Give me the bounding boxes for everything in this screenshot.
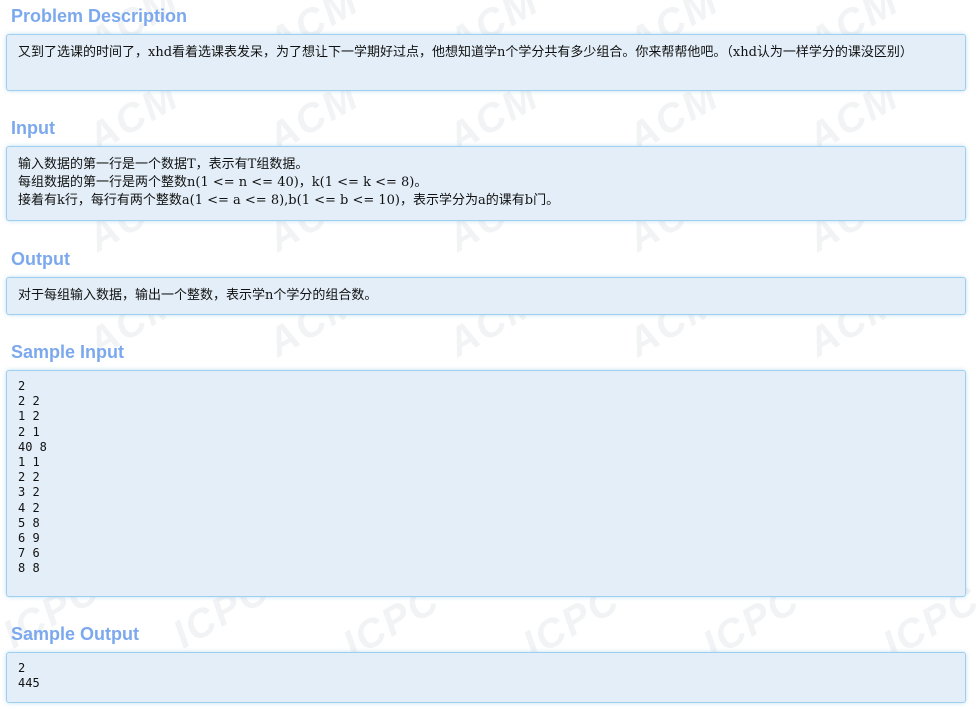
code-line: 3 2: [18, 485, 40, 500]
sample-input-panel: 22 21 22 1 40 81 12 23 24 25 86 97 68 8: [6, 370, 966, 597]
code-line: 2 2: [18, 470, 40, 485]
code-line: 2: [18, 379, 26, 393]
code-line: 1 2: [18, 409, 40, 424]
code-line: 40 8: [18, 439, 47, 454]
problem-description-title: Problem Description: [11, 6, 188, 26]
output-text: 对于每组输入数据，输出一个整数，表示学n个学分的组合数。: [18, 288, 378, 303]
code-line: 4 2: [18, 500, 40, 515]
code-line: 1 1: [18, 455, 40, 470]
sample-output-code: 2 445: [7, 653, 965, 699]
code-line: 7 6: [18, 546, 40, 561]
code-line: 8 8: [18, 561, 40, 576]
code-line: 2 2: [18, 394, 40, 409]
code-line: 5 8: [18, 515, 40, 530]
input-line-1: 输入数据的第一行是一个数据T，表示有T组数据。: [18, 157, 309, 172]
input-line-3: 接着有k行，每行有两个整数a(1 <= a <= 8),b(1 <= b <= …: [18, 193, 560, 208]
problem-description-panel: 又到了选课的时间了，xhd看着选课表发呆，为了想让下一学期好过点，他想知道学n个…: [6, 34, 966, 91]
watermark-layer: ACM ACM ACM ACM ACM ACM ACM ACM ACM ACM ACM ACM ACM A…: [0, 0, 978, 709]
input-panel: 输入数据的第一行是一个数据T，表示有T组数据。每组数据的第一行是两个整数n(1 …: [6, 146, 966, 221]
sample-input-title: Sample Input: [11, 342, 125, 362]
sample-output-title: Sample Output: [11, 624, 140, 644]
output-title: Output: [11, 249, 70, 269]
code-line: 2 1: [18, 424, 40, 439]
problem-description-text: 又到了选课的时间了，xhd看着选课表发呆，为了想让下一学期好过点，他想知道学n个…: [18, 45, 913, 60]
code-line: 2: [18, 661, 26, 675]
code-line: 445: [18, 676, 40, 691]
input-line-2: 每组数据的第一行是两个整数n(1 <= n <= 40)，k(1 <= k <=…: [18, 175, 428, 190]
sample-input-code: 22 21 22 1 40 81 12 23 24 25 86 97 68 8: [7, 371, 965, 585]
input-title: Input: [11, 118, 55, 138]
output-panel: 对于每组输入数据，输出一个整数，表示学n个学分的组合数。: [6, 277, 966, 315]
code-line: 6 9: [18, 531, 40, 546]
sample-output-panel: 2 445: [6, 652, 966, 703]
input-text: 输入数据的第一行是一个数据T，表示有T组数据。每组数据的第一行是两个整数n(1 …: [7, 147, 965, 219]
